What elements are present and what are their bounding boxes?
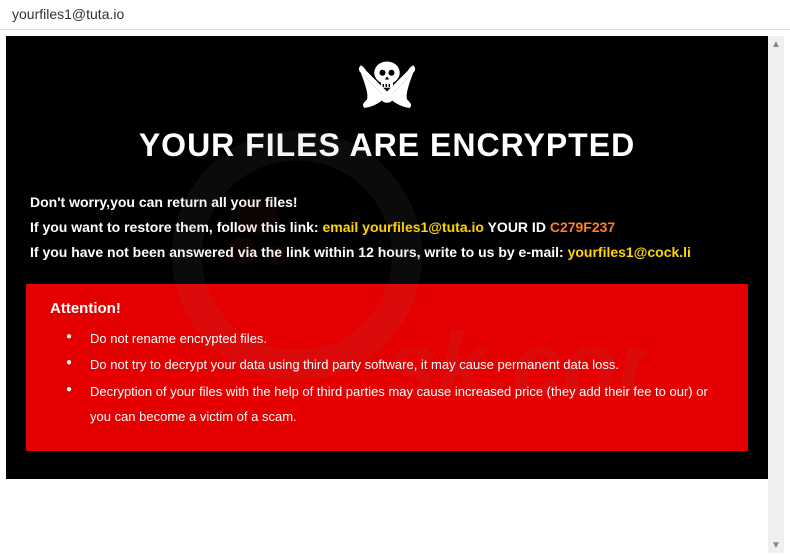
list-item: Do not rename encrypted files. <box>90 327 724 352</box>
list-item: Decryption of your files with the help o… <box>90 380 724 429</box>
body-text: Don't worry,you can return all your file… <box>26 190 748 266</box>
content-wrapper: sk.com YOUR FILES ARE ENCRYPTED Don't wo… <box>0 30 790 559</box>
window-title: yourfiles1@tuta.io <box>0 0 790 30</box>
window-title-text: yourfiles1@tuta.io <box>12 6 124 22</box>
backup-line: If you have not been answered via the li… <box>30 240 744 265</box>
vertical-scrollbar[interactable]: ▲ ▼ <box>768 36 784 553</box>
scroll-down-icon[interactable]: ▼ <box>768 537 784 553</box>
primary-email: email yourfiles1@tuta.io <box>322 219 483 235</box>
ransom-note: sk.com YOUR FILES ARE ENCRYPTED Don't wo… <box>6 36 768 479</box>
attention-box: Attention! Do not rename encrypted files… <box>26 284 748 452</box>
restore-line: If you want to restore them, follow this… <box>30 215 744 240</box>
secondary-email: yourfiles1@cock.li <box>568 244 691 260</box>
list-item: Do not try to decrypt your data using th… <box>90 353 724 378</box>
main-heading: YOUR FILES ARE ENCRYPTED <box>26 127 748 164</box>
skull-swords-icon <box>26 54 748 119</box>
intro-line: Don't worry,you can return all your file… <box>30 190 744 215</box>
user-id: C279F237 <box>550 219 615 235</box>
restore-prefix: If you want to restore them, follow this… <box>30 219 322 235</box>
attention-list: Do not rename encrypted files. Do not tr… <box>50 327 724 430</box>
attention-heading: Attention! <box>50 300 724 317</box>
backup-prefix: If you have not been answered via the li… <box>30 244 568 260</box>
scroll-up-icon[interactable]: ▲ <box>768 36 784 52</box>
your-id-label: YOUR ID <box>484 219 550 235</box>
